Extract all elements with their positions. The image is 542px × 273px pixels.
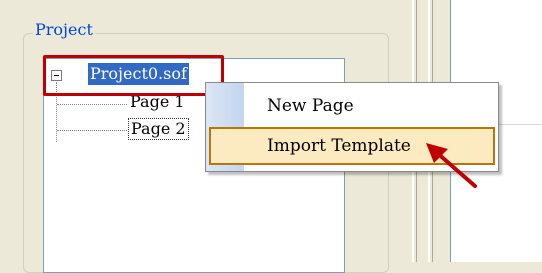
menu-item-label: New Page xyxy=(267,96,354,116)
tree-connector-line xyxy=(57,130,127,131)
tree-node-page-2[interactable]: Page 2 xyxy=(128,118,189,140)
tree-connector-line xyxy=(57,104,127,105)
highlight-callout-box xyxy=(43,55,224,96)
menu-item-label: Import Template xyxy=(267,136,411,156)
project-group-title: Project xyxy=(33,20,95,40)
pointer-arrow-icon xyxy=(426,143,477,188)
menu-item-new-page[interactable]: New Page xyxy=(209,87,495,125)
